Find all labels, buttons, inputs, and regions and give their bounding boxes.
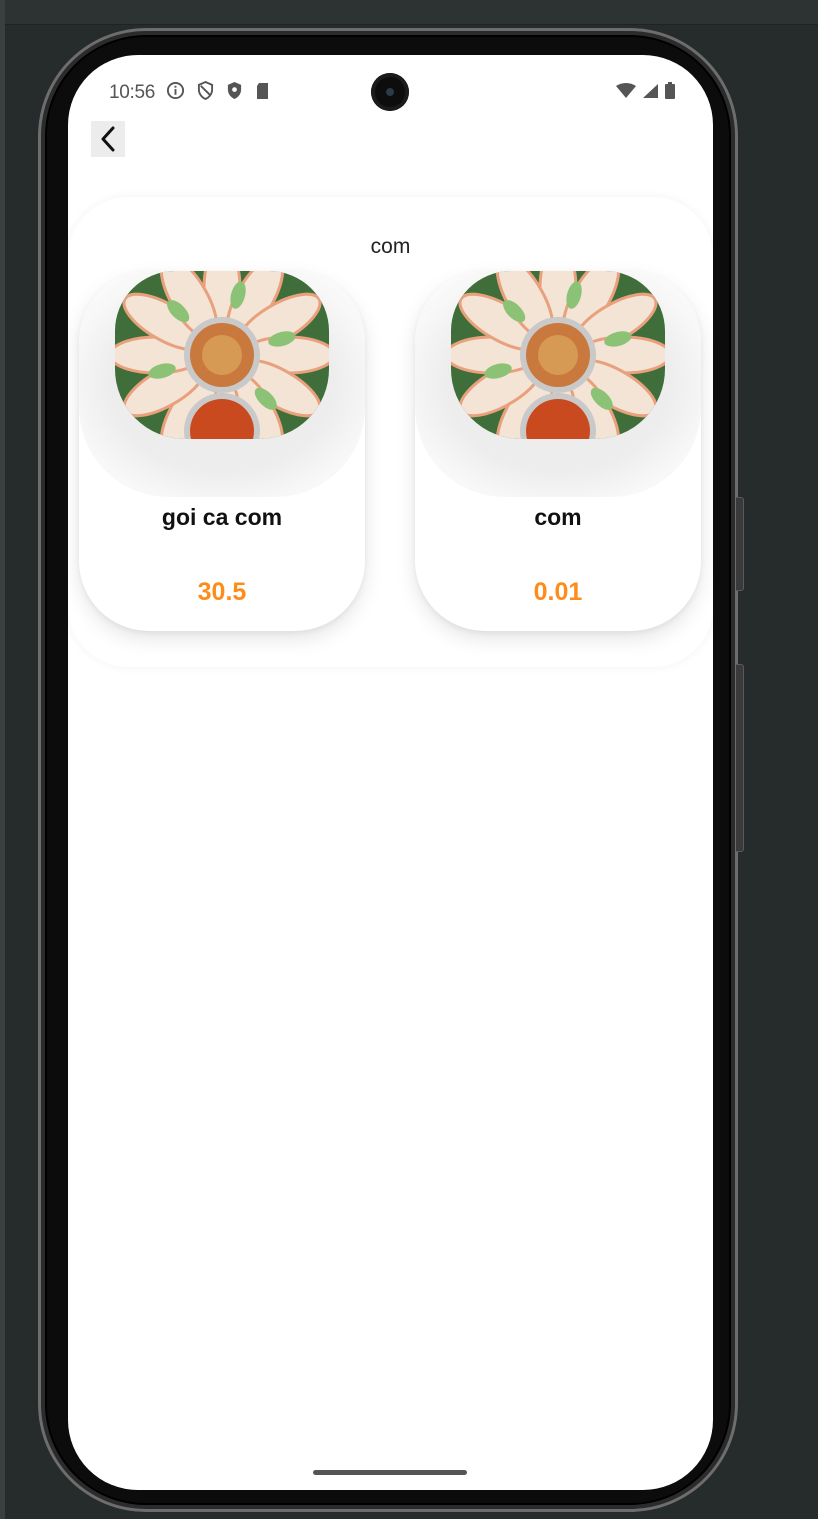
- front-camera: [371, 73, 409, 111]
- shield-filled-icon: [226, 81, 243, 100]
- status-bar: 10:56: [68, 55, 713, 125]
- phone-screen: 10:56 com goi ca com 30.5 com 0.01: [68, 55, 713, 1490]
- battery-icon: [665, 82, 675, 104]
- status-time: 10:56: [109, 82, 156, 103]
- signal-icon: [642, 83, 659, 104]
- wifi-icon: [616, 82, 636, 104]
- food-name: com: [534, 504, 582, 530]
- category-title: com: [370, 235, 411, 258]
- shield-outline-icon: [197, 81, 214, 100]
- volume-button[interactable]: [736, 664, 744, 852]
- food-price: 0.01: [533, 578, 583, 606]
- sim-card-icon: [255, 82, 270, 100]
- power-button[interactable]: [736, 497, 744, 591]
- emulator-left-edge: [0, 0, 5, 1519]
- home-indicator[interactable]: [313, 1470, 467, 1475]
- food-image: [451, 271, 665, 439]
- food-card[interactable]: com 0.01: [415, 271, 701, 631]
- food-image: [115, 271, 329, 439]
- status-icons-left: [166, 81, 270, 100]
- food-name: goi ca com: [161, 504, 283, 530]
- info-icon: [166, 81, 185, 100]
- food-card-list: goi ca com 30.5 com 0.01: [68, 271, 713, 631]
- food-image-container: [79, 271, 365, 497]
- back-button[interactable]: [91, 121, 125, 157]
- food-price: 30.5: [197, 578, 247, 606]
- food-image-container: [415, 271, 701, 497]
- status-icons-right: [616, 82, 675, 104]
- chevron-left-icon: [101, 126, 115, 152]
- food-card[interactable]: goi ca com 30.5: [79, 271, 365, 631]
- emulator-top-bar: [0, 0, 818, 25]
